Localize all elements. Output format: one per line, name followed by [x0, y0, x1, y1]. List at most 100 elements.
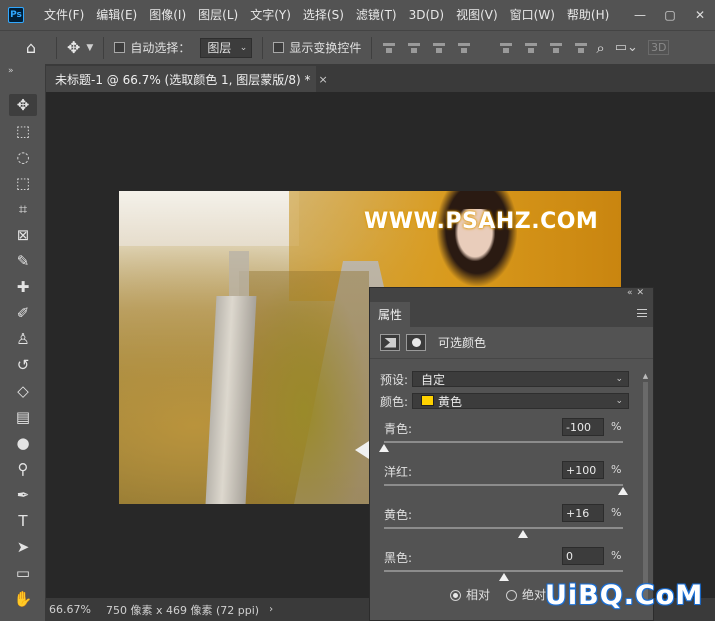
hand-tool-icon[interactable]: ✋ — [9, 588, 37, 610]
mask-icon[interactable] — [406, 334, 426, 351]
crop-tool-icon[interactable]: ⌗ — [9, 198, 37, 220]
align-center-icon[interactable] — [407, 41, 421, 55]
yellow-slider-track[interactable] — [384, 527, 623, 529]
scroll-up-icon[interactable]: ▲ — [641, 372, 650, 380]
align-middle-icon[interactable] — [524, 41, 538, 55]
chevron-down-icon[interactable]: ▼ — [86, 43, 93, 53]
panel-pointer-icon — [355, 441, 369, 459]
workspace-icon[interactable]: ▭⌄ — [615, 40, 638, 55]
eraser-tool-icon[interactable]: ◇ — [9, 380, 37, 402]
gradient-tool-icon[interactable]: ▤ — [9, 406, 37, 428]
color-swatch — [421, 394, 434, 406]
frame-tool-icon[interactable]: ⊠ — [9, 224, 37, 246]
magenta-input[interactable]: +100 — [562, 461, 604, 479]
move-tool-icon[interactable]: ✥ — [9, 94, 37, 116]
clone-stamp-tool-icon[interactable]: ♙ — [9, 328, 37, 350]
zoom-level[interactable]: 66.67% — [46, 603, 96, 616]
status-menu-icon[interactable]: › — [269, 604, 273, 615]
auto-select-target-select[interactable]: 图层 ⌄ — [200, 37, 253, 58]
method-radio-group: 相对 绝对 — [450, 586, 546, 603]
menu-image[interactable]: 图像(I) — [143, 0, 192, 30]
checkbox-icon[interactable] — [273, 42, 285, 53]
menu-view[interactable]: 视图(V) — [450, 0, 504, 30]
divider — [56, 36, 57, 59]
preset-select[interactable]: 自定 ⌄ — [412, 371, 629, 387]
menu-3d[interactable]: 3D(D) — [403, 0, 450, 30]
chevron-down-icon: ⌄ — [615, 374, 623, 384]
radio-icon[interactable] — [450, 590, 461, 601]
scroll-track[interactable] — [643, 382, 648, 602]
divider — [371, 36, 373, 59]
image-watermark: WWW.PSAHZ.COM — [364, 209, 599, 234]
align-left-icon[interactable] — [382, 41, 396, 55]
black-input[interactable]: 0 — [562, 547, 604, 565]
panel-menu-icon[interactable] — [637, 309, 647, 317]
menu-type[interactable]: 文字(Y) — [244, 0, 297, 30]
yellow-label: 黄色: — [384, 508, 413, 522]
menu-file[interactable]: 文件(F) — [38, 0, 90, 30]
show-transform-checkbox[interactable]: 显示变换控件 — [273, 39, 361, 56]
checkbox-icon[interactable] — [114, 42, 126, 53]
window-controls: — ▢ ✕ — [625, 0, 715, 30]
dodge-tool-icon[interactable]: ⚲ — [9, 458, 37, 480]
maximize-icon[interactable]: ▢ — [655, 8, 685, 22]
blur-tool-icon[interactable]: ● — [9, 432, 37, 454]
menu-bar: Ps 文件(F) 编辑(E) 图像(I) 图层(L) 文字(Y) 选择(S) 滤… — [0, 0, 715, 30]
menu-help[interactable]: 帮助(H) — [561, 0, 615, 30]
distribute-icon[interactable] — [457, 41, 471, 55]
collapse-arrows-icon[interactable]: » — [8, 66, 14, 76]
radio-icon[interactable] — [506, 590, 518, 601]
panel-titlebar[interactable]: «✕ — [370, 288, 653, 302]
relative-radio[interactable]: 相对 — [450, 586, 490, 603]
pen-tool-icon[interactable]: ✒ — [9, 484, 37, 506]
black-slider-thumb[interactable] — [498, 573, 509, 581]
cyan-slider-thumb[interactable] — [379, 444, 389, 452]
cyan-input[interactable]: -100 — [562, 418, 604, 436]
yellow-input[interactable]: +16 — [562, 504, 604, 522]
cyan-label: 青色: — [384, 422, 413, 436]
shape-tool-icon[interactable]: ▭ — [9, 562, 37, 584]
absolute-radio[interactable]: 绝对 — [506, 586, 546, 603]
magenta-slider-track[interactable] — [384, 484, 623, 486]
menu-filter[interactable]: 滤镜(T) — [350, 0, 403, 30]
healing-brush-tool-icon[interactable]: ✚ — [9, 276, 37, 298]
adjustment-icon[interactable] — [380, 334, 400, 351]
properties-panel: «✕ 属性 可选颜色 预设: 自定 ⌄ 颜色: 黄色 ⌄ 青色: -100 % — [369, 287, 654, 621]
black-slider-track[interactable] — [384, 570, 623, 572]
lasso-tool-icon[interactable]: ◌ — [9, 146, 37, 168]
object-select-tool-icon[interactable]: ⬚ — [9, 172, 37, 194]
marquee-tool-icon[interactable]: ⬚ — [9, 120, 37, 142]
minimize-icon[interactable]: — — [625, 8, 655, 22]
menu-window[interactable]: 窗口(W) — [504, 0, 561, 30]
align-top-icon[interactable] — [499, 41, 513, 55]
home-icon[interactable]: ⌂ — [16, 38, 46, 57]
magenta-slider-thumb[interactable] — [618, 487, 628, 495]
document-tab[interactable]: 未标题-1 @ 66.7% (选取颜色 1, 图层蒙版/8) * × — [46, 66, 328, 92]
eyedropper-tool-icon[interactable]: ✎ — [9, 250, 37, 272]
yellow-slider-thumb[interactable] — [517, 530, 528, 538]
color-select[interactable]: 黄色 ⌄ — [412, 393, 629, 409]
menu-edit[interactable]: 编辑(E) — [90, 0, 143, 30]
align-bottom-icon[interactable] — [549, 41, 563, 55]
history-brush-tool-icon[interactable]: ↺ — [9, 354, 37, 376]
tab-properties[interactable]: 属性 — [370, 302, 411, 327]
align-right-icon[interactable] — [432, 41, 446, 55]
close-icon[interactable]: ✕ — [685, 8, 715, 22]
options-bar: ⌂ ✥ ▼ 自动选择： 图层 ⌄ 显示变换控件 ⌕ ▭⌄ 3D — [0, 30, 715, 64]
brush-tool-icon[interactable]: ✐ — [9, 302, 37, 324]
more-options-icon[interactable] — [574, 41, 588, 55]
search-icon[interactable]: ⌕ — [596, 39, 604, 57]
menu-select[interactable]: 选择(S) — [297, 0, 350, 30]
type-tool-icon[interactable]: T — [9, 510, 37, 532]
close-tab-icon[interactable]: × — [318, 73, 327, 86]
path-select-tool-icon[interactable]: ➤ — [9, 536, 37, 558]
magenta-percent: % — [611, 463, 622, 476]
cyan-slider-track[interactable] — [384, 441, 623, 443]
preset-row: 预设: 自定 ⌄ — [380, 370, 629, 388]
yellow-percent: % — [611, 506, 622, 519]
menu-layer[interactable]: 图层(L) — [192, 0, 244, 30]
panel-collapse-close-icon[interactable]: «✕ — [627, 288, 648, 298]
auto-select-checkbox[interactable]: 自动选择： — [114, 39, 190, 56]
move-tool-icon[interactable]: ✥ — [67, 38, 80, 57]
grass — [239, 271, 369, 504]
